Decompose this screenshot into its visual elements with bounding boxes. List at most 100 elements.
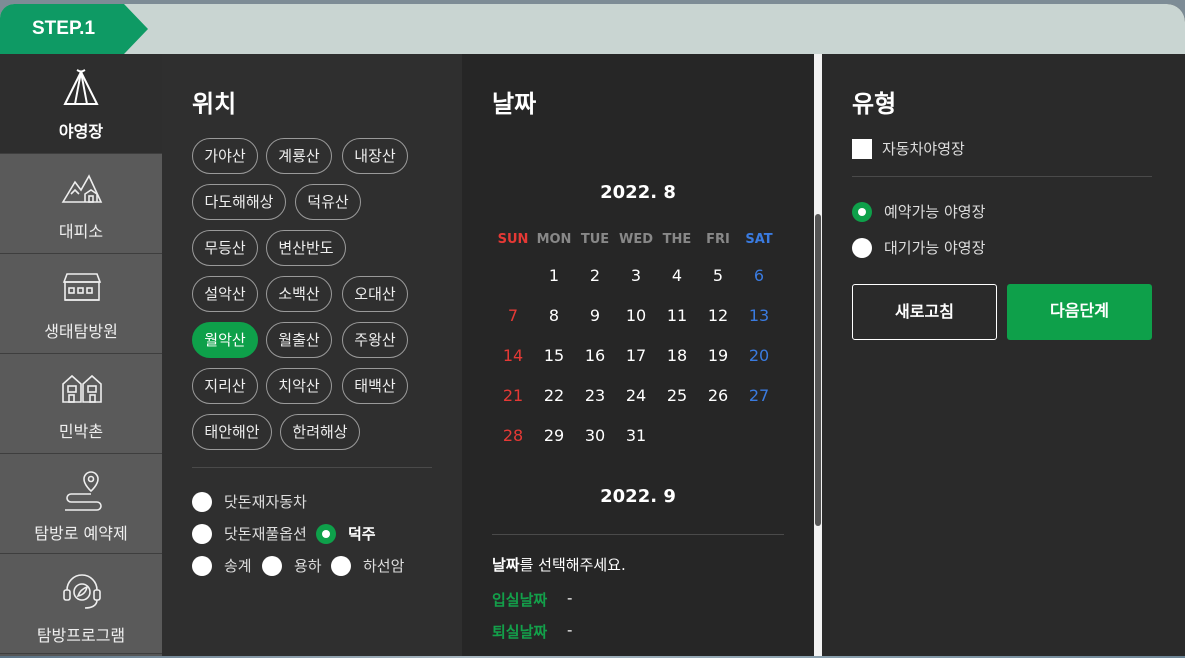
available-radio[interactable] [852, 202, 872, 222]
type-title: 유형 [852, 90, 897, 118]
calendar-day[interactable]: 13 [738, 306, 780, 325]
location-chip[interactable]: 태백산 [342, 368, 408, 404]
menu-item-eco-center[interactable]: 생태탐방원 [0, 254, 162, 354]
weekday-header: TUE [580, 232, 610, 247]
calendar-day[interactable]: 2 [574, 266, 616, 285]
menu-item-campsite[interactable]: 야영장 [0, 54, 162, 154]
next-step-button[interactable]: 다음단계 [1007, 284, 1152, 340]
divider [192, 467, 432, 468]
calendar-day[interactable]: 16 [574, 346, 616, 365]
calendar-day[interactable]: 26 [697, 386, 739, 405]
car-campsite-label: 자동차야영장 [882, 140, 965, 158]
calendar-day[interactable]: 22 [533, 386, 575, 405]
menu-label: 탐방로 예약제 [34, 524, 128, 543]
location-chip[interactable]: 변산반도 [266, 230, 346, 266]
location-chip[interactable]: 다도해해상 [192, 184, 286, 220]
location-chip[interactable]: 무등산 [192, 230, 258, 266]
calendar-day[interactable]: 20 [738, 346, 780, 365]
location-chip[interactable]: 소백산 [266, 276, 332, 312]
divider [852, 176, 1152, 177]
calendar-day[interactable]: 6 [738, 266, 780, 285]
calendar-day[interactable]: 15 [533, 346, 575, 365]
calendar-day[interactable]: 25 [656, 386, 698, 405]
calendar-day[interactable]: 17 [615, 346, 657, 365]
menu-item-shelter[interactable]: 대피소 [0, 154, 162, 254]
available-radio-label: 예약가능 야영장 [884, 203, 986, 221]
campsite-radio[interactable] [262, 556, 282, 576]
calendar-day[interactable]: 23 [574, 386, 616, 405]
location-chip[interactable]: 주왕산 [342, 322, 408, 358]
calendar-day[interactable]: 18 [656, 346, 698, 365]
campsite-radio-checked[interactable] [316, 524, 336, 544]
calendar-day[interactable]: 24 [615, 386, 657, 405]
calendar-day[interactable]: 12 [697, 306, 739, 325]
calendar-day[interactable]: 10 [615, 306, 657, 325]
campsite-radio-label: 송계 [224, 557, 252, 575]
location-chip-selected[interactable]: 월악산 [192, 322, 258, 358]
location-chip[interactable]: 월출산 [266, 322, 332, 358]
calendar-day[interactable]: 21 [492, 386, 534, 405]
menu-item-program[interactable]: 탐방프로그램 [0, 554, 162, 654]
mountain-shelter-icon [61, 174, 103, 203]
campsite-radio[interactable] [192, 492, 212, 512]
weekday-header: THE [662, 232, 692, 247]
calendar-day[interactable]: 3 [615, 266, 657, 285]
campsite-radio[interactable] [192, 524, 212, 544]
calendar-day[interactable]: 4 [656, 266, 698, 285]
weekday-header: SUN [497, 232, 529, 247]
type-section: 유형 자동차야영장 예약가능 야영장 대기가능 야영장 새로고침 다음단계 [822, 54, 1185, 656]
calendar-day[interactable]: 28 [492, 426, 534, 445]
step-label: STEP.1 [32, 18, 96, 39]
menu-item-trail-reservation[interactable]: 탐방로 예약제 [0, 454, 162, 554]
calendar-day[interactable]: 11 [656, 306, 698, 325]
calendar-day[interactable]: 30 [574, 426, 616, 445]
calendar-day[interactable]: 29 [533, 426, 575, 445]
date-section: 날짜 2022. 8 SUN MON TUE WED THE FRI SAT 1… [462, 54, 814, 656]
tent-icon [63, 69, 99, 105]
date-prompt-rest: 를 선택해주세요. [519, 556, 626, 574]
calendar-day[interactable]: 14 [492, 346, 534, 365]
weekday-header: SAT [745, 232, 773, 247]
campsite-radio[interactable] [192, 556, 212, 576]
location-chip[interactable]: 오대산 [342, 276, 408, 312]
campsite-radio[interactable] [331, 556, 351, 576]
location-chip[interactable]: 치악산 [266, 368, 332, 404]
location-chip[interactable]: 설악산 [192, 276, 258, 312]
location-chip[interactable]: 한려해상 [280, 414, 360, 450]
checkout-value: - [567, 621, 573, 639]
date-prompt: 날짜를 선택해주세요. [492, 554, 626, 575]
location-chip[interactable]: 내장산 [342, 138, 408, 174]
building-icon [62, 273, 102, 301]
calendar-day[interactable]: 8 [533, 306, 575, 325]
reservation-panel: STEP.1 야영장 대피소 생태탐방원 민박촌 탐방로 예약제 탐방프로그램 [0, 4, 1185, 656]
step-badge: STEP.1 [0, 4, 148, 54]
calendar-day[interactable]: 27 [738, 386, 780, 405]
trail-pin-icon [65, 471, 102, 511]
location-chip[interactable]: 태안해안 [192, 414, 272, 450]
refresh-button[interactable]: 새로고침 [852, 284, 997, 340]
date-scrollbar-thumb[interactable] [815, 214, 821, 526]
waitlist-radio[interactable] [852, 238, 872, 258]
calendar-day[interactable]: 5 [697, 266, 739, 285]
campsite-radio-label: 하선암 [363, 557, 405, 575]
calendar-day[interactable]: 19 [697, 346, 739, 365]
date-prompt-bold: 날짜 [492, 556, 520, 574]
calendar-day[interactable]: 9 [574, 306, 616, 325]
checkin-value: - [567, 589, 573, 607]
location-chip[interactable]: 덕유산 [295, 184, 361, 220]
menu-item-guesthouse[interactable]: 민박촌 [0, 354, 162, 454]
month-title: 2022. 8 [600, 182, 676, 203]
location-chip[interactable]: 지리산 [192, 368, 258, 404]
menu-label: 민박촌 [58, 422, 104, 441]
location-title: 위치 [192, 90, 237, 118]
checkin-label: 입실날짜 [492, 591, 548, 609]
campsite-radio-label: 용하 [294, 557, 322, 575]
calendar-day[interactable]: 31 [615, 426, 657, 445]
menu-label: 탐방프로그램 [36, 626, 126, 645]
calendar-day[interactable]: 1 [533, 266, 575, 285]
location-chip[interactable]: 가야산 [192, 138, 258, 174]
car-campsite-checkbox[interactable] [852, 139, 872, 159]
weekday-header: WED [618, 232, 653, 247]
calendar-day[interactable]: 7 [492, 306, 534, 325]
location-chip[interactable]: 계룡산 [266, 138, 332, 174]
